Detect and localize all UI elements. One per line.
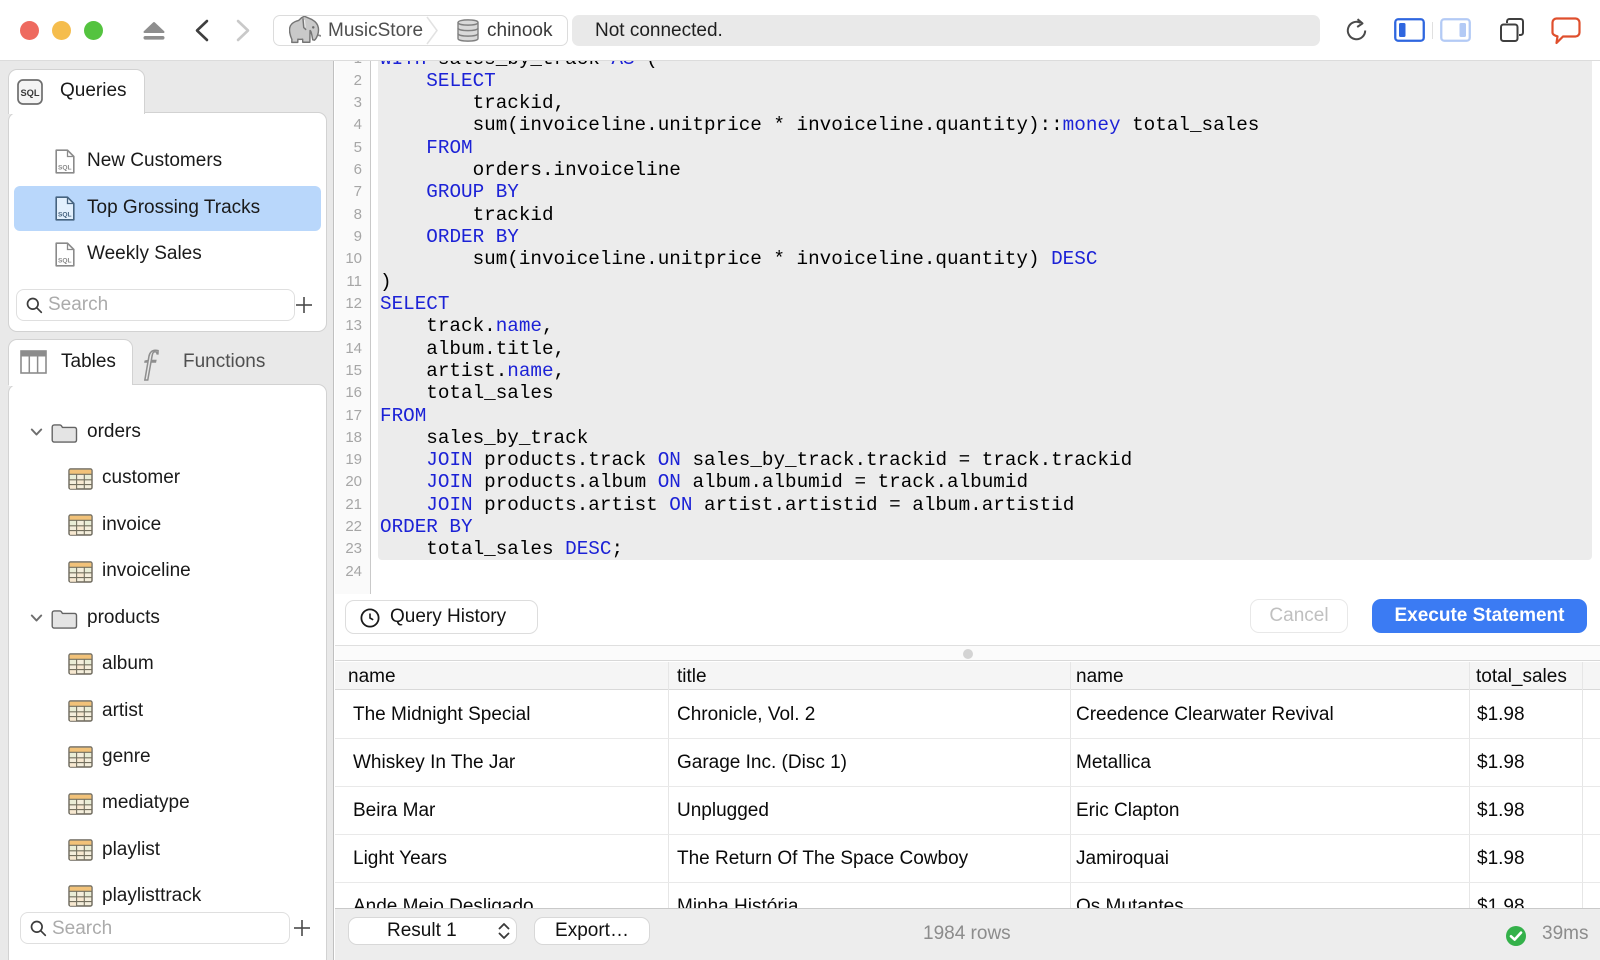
svg-text:SQL: SQL: [58, 212, 72, 219]
svg-text:SQL: SQL: [58, 258, 72, 265]
svg-text:SQL: SQL: [58, 165, 72, 172]
svg-text:SQL: SQL: [20, 88, 39, 98]
